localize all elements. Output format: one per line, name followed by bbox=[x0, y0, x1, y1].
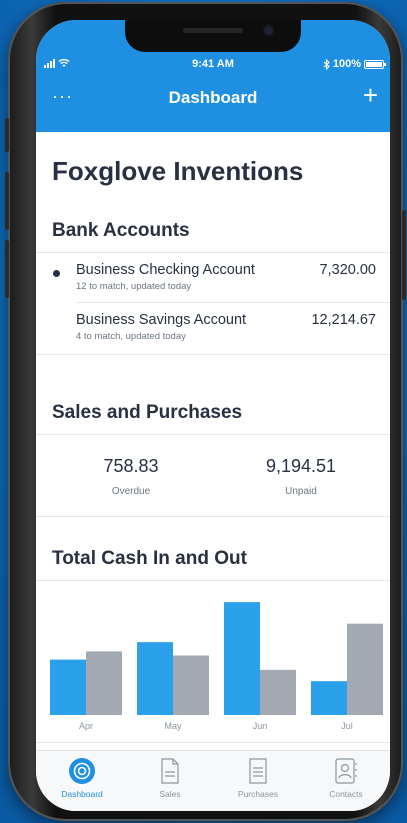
tab-sales[interactable]: Sales bbox=[126, 757, 214, 799]
sales-purchases-heading: Sales and Purchases bbox=[52, 402, 243, 423]
speaker-grille bbox=[183, 28, 243, 33]
tab-dashboard[interactable]: Dashboard bbox=[38, 757, 126, 799]
x-tick-label: Apr bbox=[79, 721, 93, 731]
sales-purchases-summary: 758.83 Overdue 9,194.51 Unpaid bbox=[36, 444, 390, 522]
bank-account-row[interactable]: Business Checking Account 12 to match, u… bbox=[53, 262, 376, 302]
battery-percentage: 100% bbox=[332, 58, 361, 70]
account-status: 12 to match, updated today bbox=[76, 281, 192, 292]
dashboard-icon bbox=[69, 758, 95, 784]
divider bbox=[36, 252, 390, 253]
power-button bbox=[402, 210, 406, 300]
cash-chart-heading: Total Cash In and Out bbox=[52, 548, 247, 569]
phone-screen: 9:41 AM 100% ··· Dashboard + Foxglove In… bbox=[36, 20, 390, 811]
account-name: Business Savings Account bbox=[76, 312, 247, 328]
bar-jun-1 bbox=[224, 602, 260, 715]
navigation-bar: ··· Dashboard + bbox=[36, 80, 390, 114]
page-title: Dashboard bbox=[168, 88, 258, 107]
contacts-icon bbox=[335, 758, 357, 784]
divider bbox=[76, 302, 390, 303]
add-button[interactable]: + bbox=[363, 80, 378, 111]
divider bbox=[36, 354, 390, 355]
bar-jul-1 bbox=[311, 681, 347, 715]
sales-document-icon bbox=[161, 758, 179, 784]
cash-in-out-chart[interactable]: Apr May Jun Jul bbox=[36, 580, 390, 735]
divider bbox=[36, 434, 390, 435]
dashboard-content[interactable]: Foxglove Inventions Bank Accounts Busine… bbox=[36, 132, 390, 751]
unpaid-amount: 9,194.51 bbox=[265, 456, 337, 476]
selected-indicator-icon bbox=[53, 270, 60, 277]
bluetooth-icon bbox=[323, 58, 330, 70]
account-balance: 12,214.67 bbox=[311, 312, 376, 328]
bar-apr-1 bbox=[50, 659, 86, 715]
tab-label: Sales bbox=[159, 789, 181, 799]
front-camera bbox=[264, 26, 273, 35]
overdue-summary[interactable]: 758.83 Overdue bbox=[46, 456, 216, 497]
account-name: Business Checking Account bbox=[76, 262, 255, 278]
mute-switch bbox=[5, 118, 9, 152]
tab-bar: Dashboard Sales Purchases Contacts bbox=[36, 750, 390, 811]
x-tick-label: Jul bbox=[341, 721, 353, 731]
unpaid-summary[interactable]: 9,194.51 Unpaid bbox=[216, 456, 386, 497]
divider bbox=[36, 742, 390, 743]
x-tick-label: May bbox=[164, 721, 182, 731]
bar-apr-2 bbox=[86, 651, 122, 715]
tab-label: Purchases bbox=[237, 789, 279, 799]
bar-jul-2 bbox=[347, 623, 383, 715]
divider bbox=[36, 516, 390, 517]
tab-contacts[interactable]: Contacts bbox=[302, 757, 390, 799]
volume-down-button bbox=[5, 240, 9, 298]
unpaid-label: Unpaid bbox=[285, 486, 317, 497]
bar-may-2 bbox=[173, 655, 209, 715]
account-balance: 7,320.00 bbox=[319, 262, 376, 278]
bank-account-row[interactable]: Business Savings Account 4 to match, upd… bbox=[76, 312, 376, 352]
bar-jun-2 bbox=[260, 669, 296, 715]
notch bbox=[125, 20, 301, 52]
overdue-label: Overdue bbox=[111, 486, 151, 497]
bar-may-1 bbox=[137, 642, 173, 715]
tab-label: Contacts bbox=[329, 789, 363, 799]
tab-purchases[interactable]: Purchases bbox=[214, 757, 302, 799]
tab-label: Dashboard bbox=[61, 789, 103, 799]
x-tick-label: Jun bbox=[253, 721, 268, 731]
purchases-document-icon bbox=[249, 758, 267, 784]
bar-chart: Apr May Jun Jul bbox=[50, 602, 383, 731]
overdue-amount: 758.83 bbox=[103, 456, 159, 476]
account-status: 4 to match, updated today bbox=[76, 331, 186, 342]
status-bar: 9:41 AM 100% bbox=[36, 58, 390, 74]
battery-icon bbox=[364, 59, 386, 69]
bank-accounts-heading: Bank Accounts bbox=[52, 220, 190, 241]
volume-up-button bbox=[5, 172, 9, 230]
company-name: Foxglove Inventions bbox=[52, 156, 304, 186]
